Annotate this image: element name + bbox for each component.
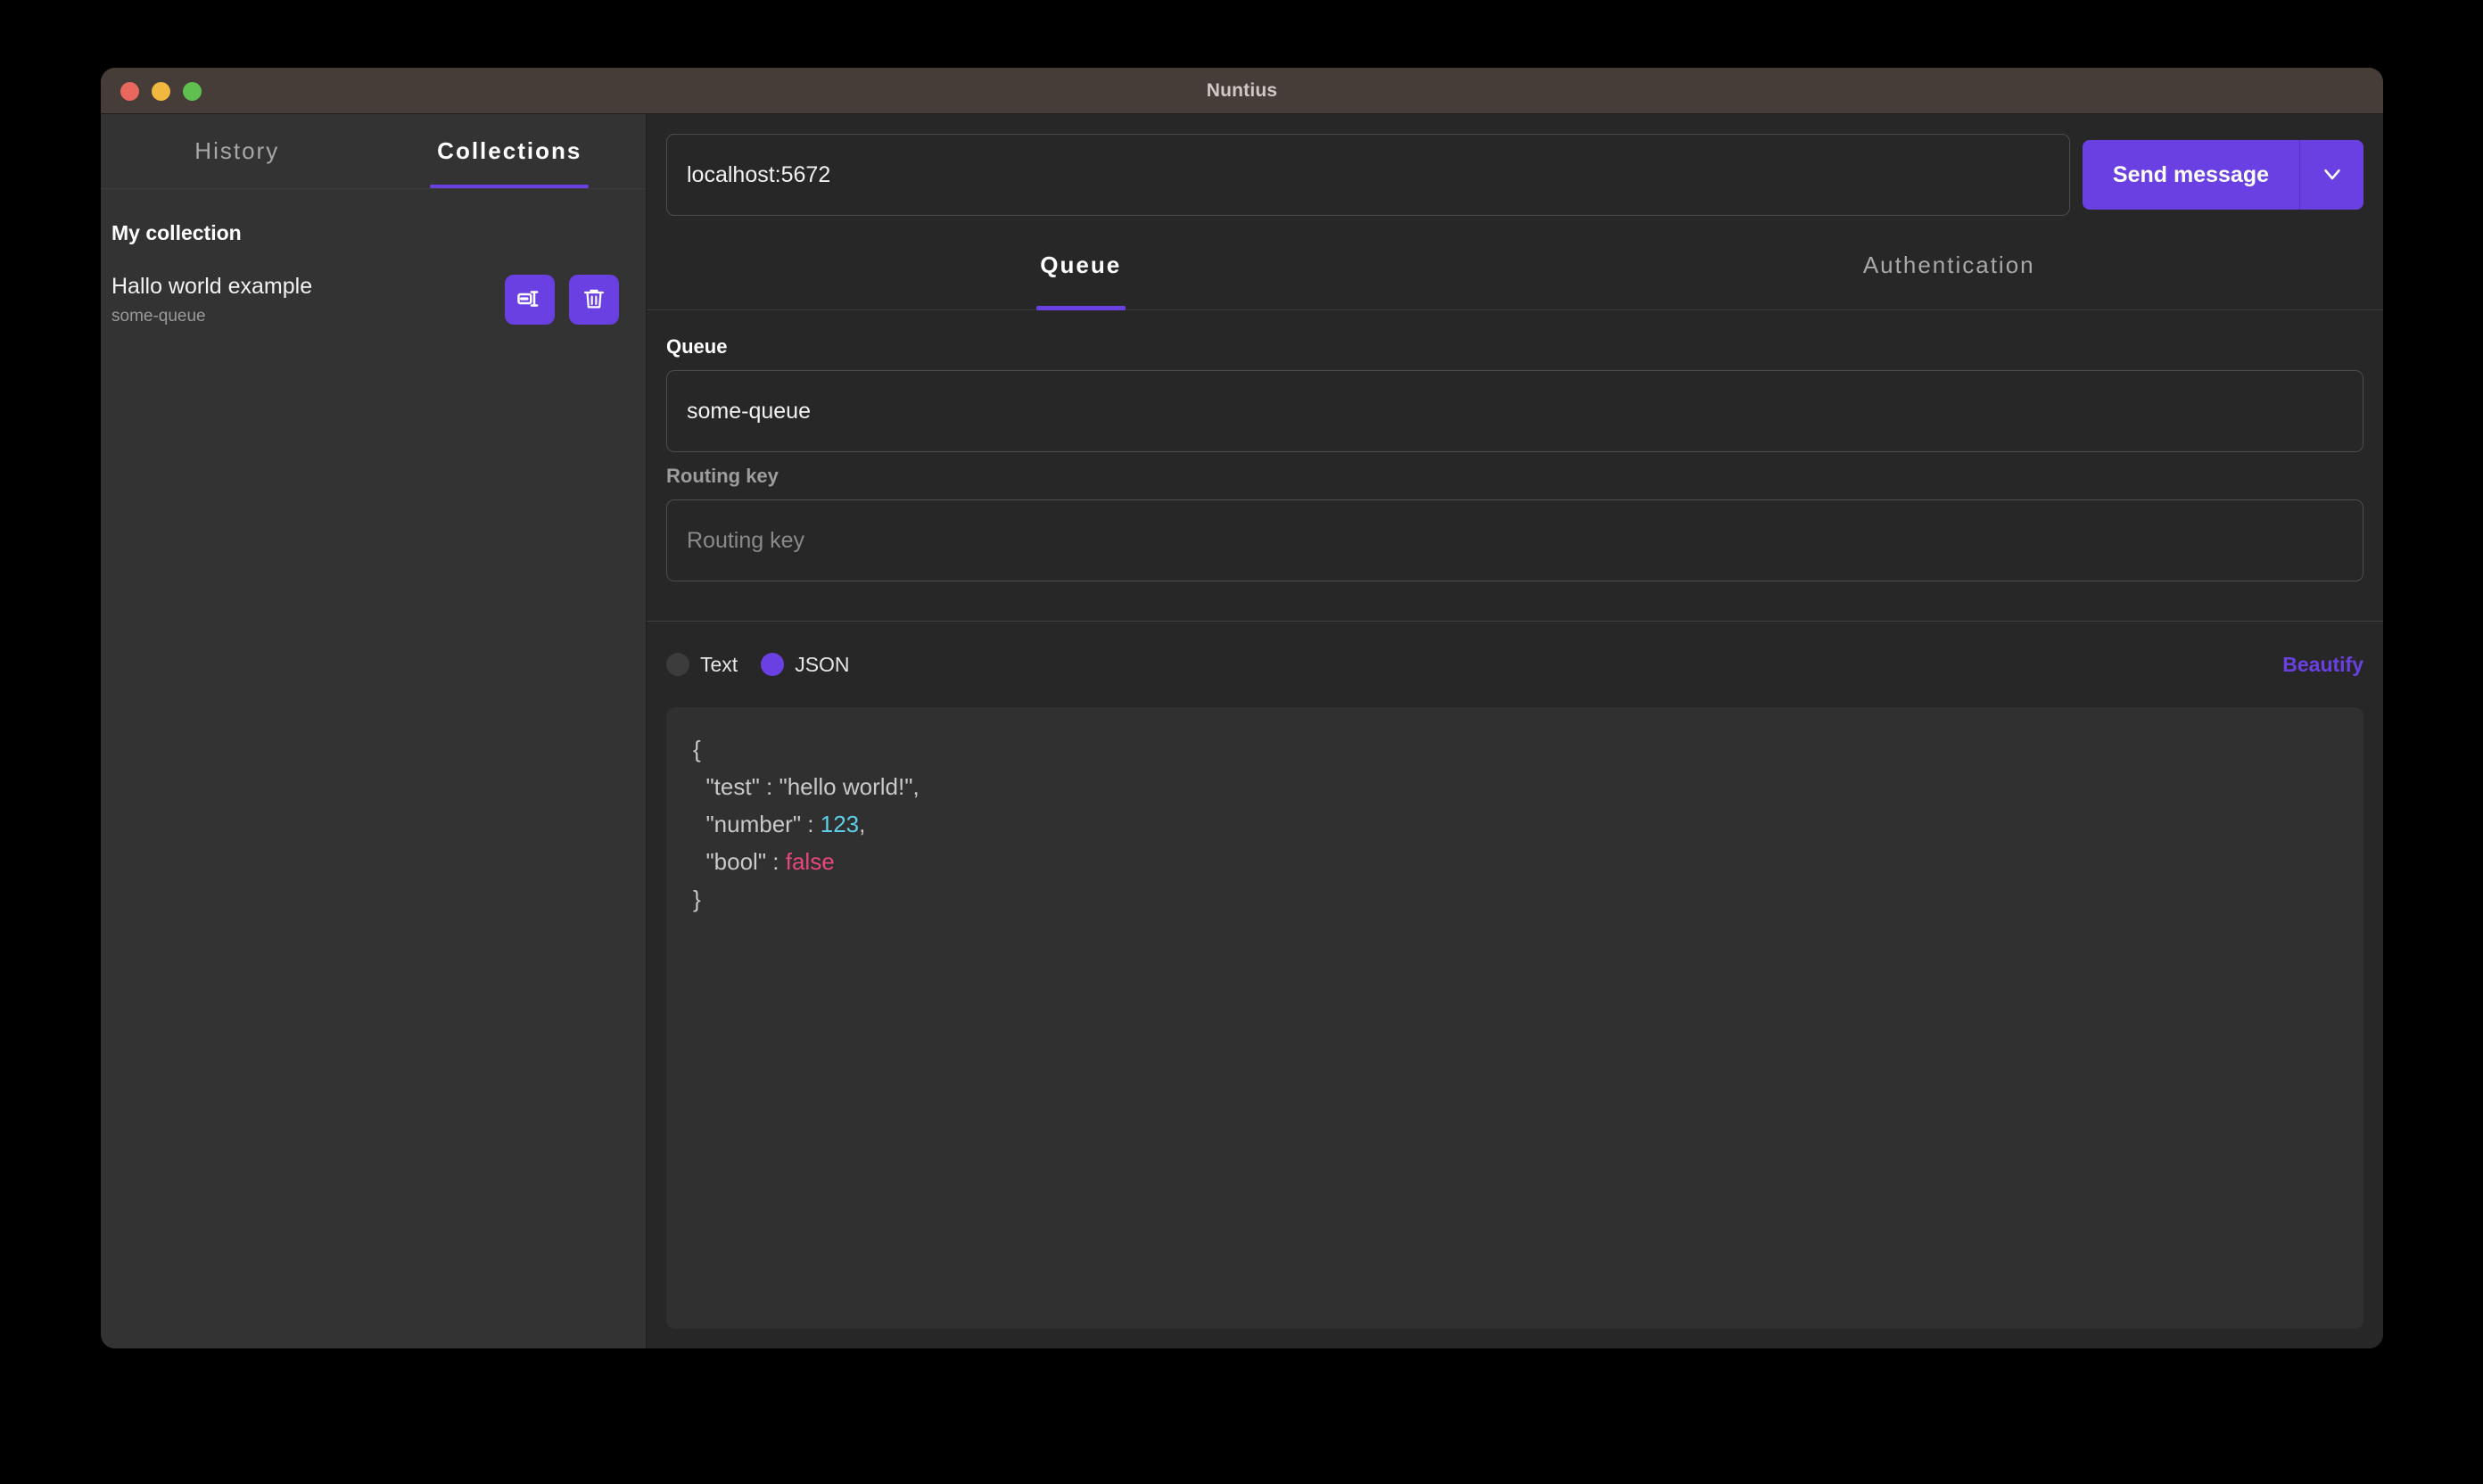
- sidebar: History Collections My collection Hallo …: [101, 114, 647, 1348]
- routing-key-input[interactable]: [666, 499, 2363, 581]
- radio-dot-json[interactable]: [761, 653, 785, 676]
- application-window: Nuntius History Collections My collectio…: [101, 68, 2383, 1348]
- queue-input[interactable]: [666, 370, 2363, 452]
- minimize-window-button[interactable]: [152, 81, 170, 101]
- collection-title: My collection: [111, 221, 242, 244]
- send-message-icon: [516, 285, 543, 315]
- close-window-button[interactable]: [120, 81, 139, 101]
- radio-label-text: Text: [700, 652, 738, 676]
- message-body-content: { "test" : "hello world!", "number" : 12…: [693, 730, 2337, 919]
- json-open-brace: {: [693, 736, 701, 763]
- collection-list: Hallo world example some-queue: [101, 261, 646, 338]
- queue-form: Queue Routing key: [647, 310, 2383, 594]
- sidebar-tab-collections[interactable]: Collections: [374, 114, 647, 188]
- json-line-bool-value: false: [785, 848, 835, 876]
- tab-queue[interactable]: Queue: [647, 243, 1515, 309]
- chevron-down-icon: [2319, 161, 2346, 190]
- json-line-number-value: 123: [820, 811, 860, 838]
- beautify-button[interactable]: Beautify: [2282, 653, 2363, 677]
- routing-key-label: Routing key: [666, 465, 779, 487]
- collection-item-queue: some-queue: [111, 306, 206, 326]
- address-bar: Send message: [647, 114, 2383, 216]
- collection-item-name: Hallo world example: [111, 274, 313, 300]
- tab-authentication[interactable]: Authentication: [1515, 243, 2384, 309]
- titlebar: Nuntius: [101, 68, 2383, 114]
- main-tabs: Queue Authentication: [647, 243, 2383, 310]
- message-body-section: Text JSON Beautify { "test" : "hello wor…: [647, 622, 2383, 1348]
- json-line-test: "test" : "hello world!",: [693, 773, 920, 801]
- json-close-brace: }: [693, 886, 701, 913]
- radio-dot-text[interactable]: [666, 653, 689, 676]
- collection-item-actions: [505, 275, 619, 325]
- window-body: History Collections My collection Hallo …: [101, 114, 2383, 1348]
- queue-field-group: Queue: [666, 335, 2363, 452]
- main-panel: Send message Queue Authentication: [647, 114, 2383, 1348]
- radio-option-text[interactable]: Text: [666, 653, 738, 677]
- queue-label: Queue: [666, 335, 728, 358]
- collection-item-text: Hallo world example some-queue: [111, 273, 505, 326]
- address-input[interactable]: [666, 134, 2070, 216]
- delete-button[interactable]: [569, 275, 619, 325]
- window-controls: [120, 68, 202, 114]
- trash-icon: [582, 286, 606, 314]
- radio-label-json: JSON: [795, 652, 850, 676]
- sidebar-tabs: History Collections: [101, 114, 646, 189]
- send-message-group: Send message: [2082, 134, 2363, 216]
- window-title: Nuntius: [1206, 79, 1278, 101]
- send-message-button[interactable]: Send message: [2082, 140, 2299, 210]
- json-line-number-comma: ,: [859, 811, 866, 838]
- send-message-icon-button[interactable]: [505, 275, 555, 325]
- body-toolbar: Text JSON Beautify: [666, 622, 2363, 707]
- routing-key-field-group: Routing key: [666, 465, 2363, 581]
- json-line-number-key: "number" :: [693, 811, 821, 838]
- message-body-editor[interactable]: { "test" : "hello world!", "number" : 12…: [666, 707, 2363, 1329]
- json-line-bool-key: "bool" :: [693, 848, 786, 876]
- body-format-radio-group: Text JSON: [666, 653, 850, 677]
- radio-option-json[interactable]: JSON: [761, 652, 850, 677]
- send-options-dropdown-button[interactable]: [2299, 140, 2363, 210]
- sidebar-tab-history[interactable]: History: [101, 114, 374, 188]
- maximize-window-button[interactable]: [183, 81, 202, 101]
- list-item[interactable]: Hallo world example some-queue: [101, 261, 646, 338]
